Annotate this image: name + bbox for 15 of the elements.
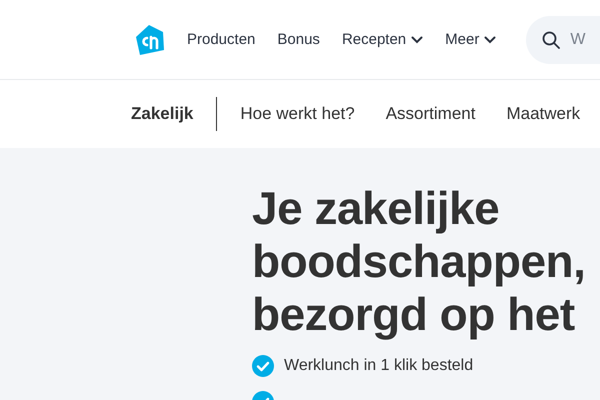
nav-link[interactable]: Recepten <box>342 31 424 48</box>
subnav-link[interactable]: Maatwerk <box>506 104 580 124</box>
logo[interactable] <box>135 24 165 56</box>
nav-link[interactable]: Producten <box>187 31 256 48</box>
hero-heading: boodschappen, <box>252 235 586 288</box>
nav-link[interactable]: Meer <box>445 31 496 48</box>
nav-link[interactable]: Bonus <box>277 31 320 48</box>
search-field[interactable]: W <box>526 16 600 64</box>
hero-heading: bezorgd op het <box>252 288 575 341</box>
check-icon <box>252 355 274 377</box>
subnav-link[interactable]: Assortiment <box>386 104 476 124</box>
section-title: Zakelijk <box>131 97 218 131</box>
subnav-link[interactable]: Hoe werkt het? <box>240 104 355 124</box>
hero-heading: Je zakelijke <box>252 182 500 235</box>
benefit-text: Werklunch in 1 klik besteld <box>284 357 474 375</box>
